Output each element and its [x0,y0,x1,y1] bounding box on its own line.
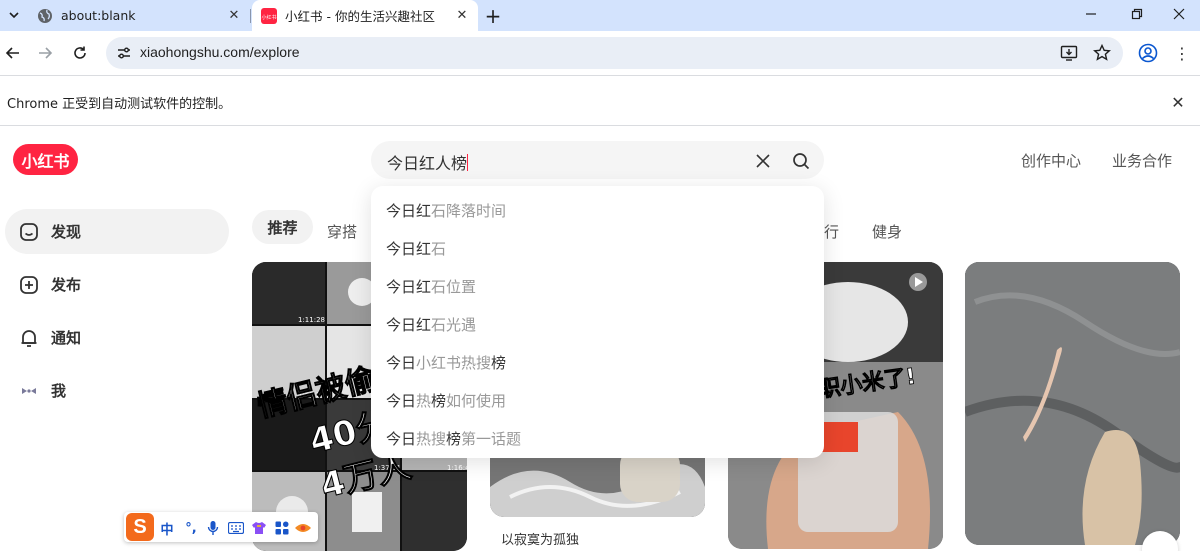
search-icon[interactable] [791,151,811,171]
bell-icon [18,327,40,349]
browser-tab-strip: about:blank ✕ 小红书 小红书 - 你的生活兴趣社区 ✕ + [0,0,1200,31]
window-close-icon[interactable] [1156,0,1200,28]
profile-icon[interactable] [1138,43,1158,63]
creator-center-link[interactable]: 创作中心 [1021,150,1081,171]
suggestion-item[interactable]: 今日红石光遇 [386,314,476,335]
feed-card[interactable] [965,262,1180,545]
close-icon[interactable]: ✕ [452,6,472,26]
sidebar-item-publish[interactable]: 发布 [5,262,229,307]
ime-chinese-mode[interactable]: 中 [158,519,176,538]
bookmark-star-icon[interactable] [1092,43,1112,63]
sidebar-item-explore[interactable]: 发现 [5,209,229,254]
sidebar-item-label: 我 [51,382,67,400]
suggestion-item[interactable]: 今日小红书热搜榜 [386,352,506,373]
more-menu-icon[interactable]: ⋮ [1172,43,1192,63]
globe-icon [38,8,52,23]
timestamp-label: 1:16:4 [447,464,467,472]
forward-arrow-icon[interactable] [32,40,58,66]
close-icon[interactable]: ✕ [1168,92,1188,112]
tab-title: about:blank [61,8,136,23]
xiaohongshu-favicon: 小红书 [261,7,277,24]
suggestion-item[interactable]: 今日红石降落时间 [386,200,506,221]
minimize-icon[interactable] [1068,0,1114,28]
search-suggestions: 今日红石降落时间 今日红石 今日红石位置 今日红石光遇 今日小红书热搜榜 今日热… [371,186,824,458]
timestamp-label: 1:11:28 [298,316,325,324]
ime-toolbar: S 中 °, [124,512,318,542]
sogou-logo[interactable]: S [126,513,154,541]
url-text: xiaohongshu.com/explore [140,44,300,60]
skin-icon[interactable] [294,519,312,537]
site-settings-icon[interactable] [114,43,134,63]
channel-tab-travel[interactable]: 行 [824,221,839,242]
back-arrow-icon[interactable] [0,40,26,66]
search-input[interactable]: 今日红人榜 [387,150,469,174]
mic-icon[interactable] [204,519,222,537]
sidebar-item-label: 发现 [51,223,82,241]
infobar-text: Chrome 正受到自动测试软件的控制。 [7,97,232,112]
card-title[interactable]: 以寂寞为孤独 [501,529,579,548]
channel-tab-recommend[interactable]: 推荐 [252,210,313,244]
tab-about-blank[interactable]: about:blank ✕ [28,0,250,31]
ime-punctuation-mode[interactable]: °, [182,519,200,537]
home-icon [18,221,40,243]
automation-infobar: Chrome 正受到自动测试软件的控制。 ✕ [0,75,1200,126]
install-app-icon[interactable] [1059,43,1079,63]
text-caret [467,154,469,171]
suggestion-item[interactable]: 今日红石 [386,238,446,259]
tab-separator [250,9,251,23]
restore-icon[interactable] [1114,0,1160,28]
tab-title: 小红书 - 你的生活兴趣社区 [285,9,435,24]
new-tab-icon[interactable]: + [481,4,505,28]
reload-icon[interactable] [67,40,93,66]
xiaohongshu-page: 小红书 今日红人榜 创作中心 业务合作 发现 发布 通知 我 推荐 穿搭 行 健… [0,127,1200,551]
sidebar-item-me[interactable]: 我 [5,368,229,413]
site-logo[interactable]: 小红书 [13,144,78,175]
card-image [965,262,1180,545]
clear-icon[interactable] [753,151,773,171]
avatar-icon [18,380,40,402]
business-link[interactable]: 业务合作 [1112,150,1172,171]
tab-search-chevron-icon[interactable] [4,5,24,25]
channel-tab-fitness[interactable]: 健身 [872,221,902,242]
channel-tab-outfit[interactable]: 穿搭 [327,221,357,242]
suggestion-item[interactable]: 今日热榜如何使用 [386,390,506,411]
shirt-icon[interactable] [250,519,268,537]
keyboard-icon[interactable] [227,519,245,537]
tab-xiaohongshu[interactable]: 小红书 小红书 - 你的生活兴趣社区 ✕ [252,0,478,31]
sidebar-item-label: 发布 [51,276,82,294]
plus-square-icon [18,274,40,296]
address-bar[interactable]: xiaohongshu.com/explore [106,37,1123,69]
suggestion-item[interactable]: 今日红石位置 [386,276,476,297]
search-box[interactable]: 今日红人榜 [371,141,824,179]
close-icon[interactable]: ✕ [224,6,244,26]
grid-icon[interactable] [273,519,291,537]
svg-text:小红书: 小红书 [261,14,276,21]
browser-toolbar: xiaohongshu.com/explore ⋮ [0,31,1200,75]
suggestion-item[interactable]: 今日热搜榜第一话题 [386,428,521,449]
sidebar-item-notifications[interactable]: 通知 [5,315,229,360]
sidebar-item-label: 通知 [51,329,82,347]
